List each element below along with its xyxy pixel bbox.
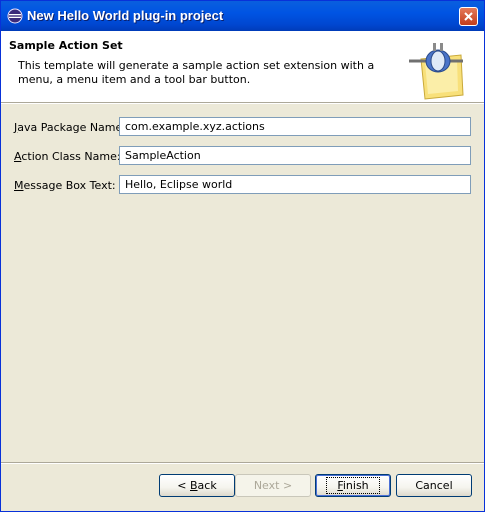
plugin-icon	[407, 39, 465, 101]
action-class-label: Action Class Name:	[14, 150, 121, 163]
eclipse-icon	[7, 8, 23, 24]
cancel-button[interactable]: Cancel	[396, 474, 472, 497]
message-text-label: Message Box Text:	[14, 179, 116, 192]
wizard-dialog: New Hello World plug-in project Sample A…	[0, 0, 485, 512]
page-description: This template will generate a sample act…	[18, 59, 375, 86]
back-button[interactable]: < Back	[159, 474, 235, 497]
close-icon	[464, 12, 473, 21]
finish-button[interactable]: Finish	[315, 474, 391, 497]
header-separator	[1, 103, 484, 104]
package-name-input[interactable]	[119, 117, 471, 136]
message-text-input[interactable]	[119, 175, 471, 194]
window-title: New Hello World plug-in project	[27, 8, 224, 23]
action-class-input[interactable]	[119, 146, 471, 165]
title-bar[interactable]: New Hello World plug-in project	[1, 1, 484, 31]
wizard-header: Sample Action Set This template will gen…	[1, 31, 484, 103]
next-button[interactable]: Next >	[235, 474, 311, 497]
page-title: Sample Action Set	[9, 39, 123, 52]
package-name-label: Java Package Name:	[14, 121, 126, 134]
close-button[interactable]	[459, 7, 478, 26]
